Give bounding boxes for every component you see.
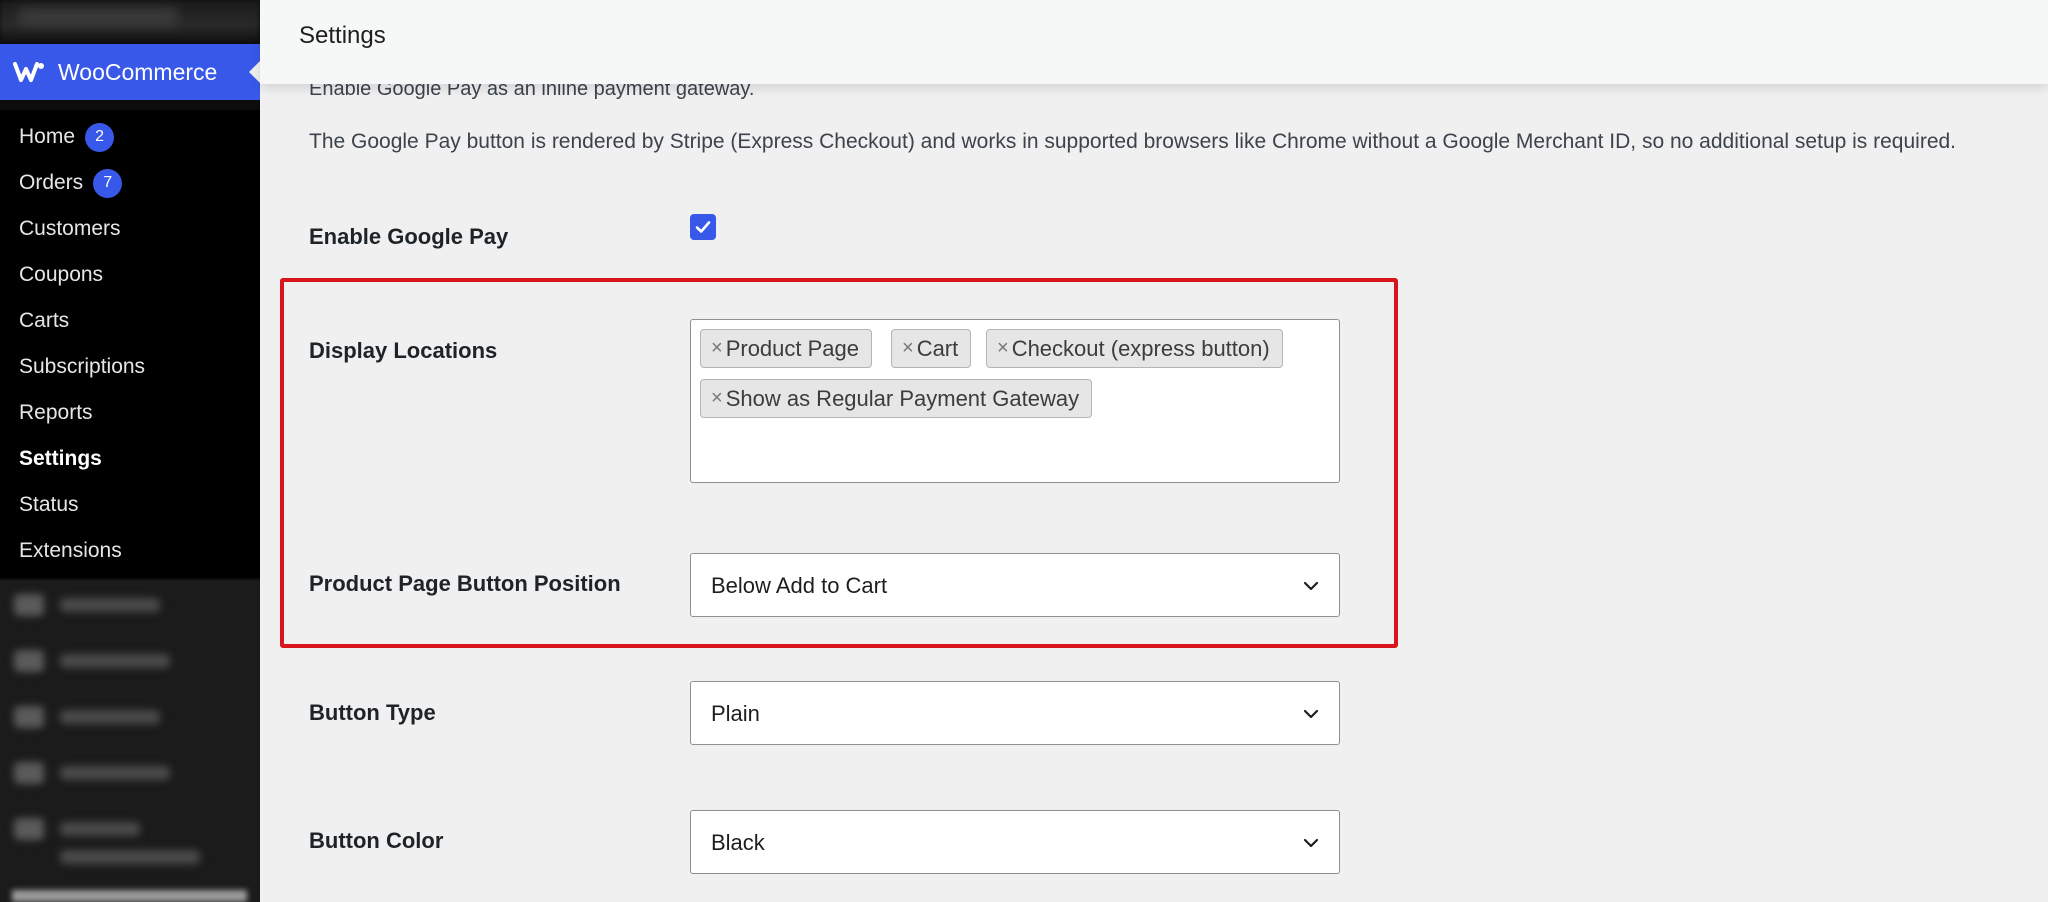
select-value: Below Add to Cart (711, 573, 888, 598)
remove-tag-icon[interactable]: × (711, 387, 723, 410)
woocommerce-menu-title: WooCommerce (58, 58, 218, 85)
button-color-label: Button Color (309, 828, 444, 853)
tag-product-page[interactable]: × Product Page (700, 329, 872, 368)
admin-sidebar: WooCommerce Home 2 Orders 7 Customers Co… (0, 0, 260, 902)
gateway-description-partially-hidden: Enable Google Pay as an inline payment g… (309, 84, 755, 100)
button-type-select[interactable]: Plain (690, 681, 1340, 745)
remove-tag-icon[interactable]: × (711, 337, 723, 360)
tag-checkout-express[interactable]: × Checkout (express button) (986, 329, 1283, 368)
tag-cart[interactable]: × Cart (891, 329, 972, 368)
sidebar-item-label: Subscriptions (19, 355, 146, 378)
enable-google-pay-checkbox[interactable] (690, 214, 716, 240)
sidebar-item-coupons[interactable]: Coupons (0, 252, 260, 298)
sidebar-item-label: Coupons (19, 263, 104, 286)
sidebar-item-orders[interactable]: Orders 7 (0, 160, 260, 206)
chevron-down-icon (1303, 581, 1319, 591)
remove-tag-icon[interactable]: × (997, 337, 1009, 360)
button-color-select[interactable]: Black (690, 810, 1340, 874)
blurred-menu-item (14, 814, 204, 874)
sidebar-item-status[interactable]: Status (0, 482, 260, 528)
display-locations-label: Display Locations (309, 338, 498, 363)
chevron-down-icon (1303, 709, 1319, 719)
woocommerce-submenu: Home 2 Orders 7 Customers Coupons Carts … (0, 110, 260, 578)
sidebar-item-label: Settings (19, 447, 102, 470)
tag-label: Product Page (725, 335, 859, 361)
sidebar-item-extensions[interactable]: Extensions (0, 528, 260, 574)
blurred-menu-footer (12, 890, 247, 902)
blurred-menu-item (14, 590, 164, 620)
blurred-menu-item (14, 758, 174, 788)
remove-tag-icon[interactable]: × (902, 337, 914, 360)
chevron-down-icon (1303, 838, 1319, 848)
sidebar-item-settings[interactable]: Settings (0, 436, 260, 482)
blurred-menu-item (14, 646, 174, 676)
sidebar-item-label: Carts (19, 309, 70, 332)
gateway-description: The Google Pay button is rendered by Str… (309, 130, 1957, 153)
blurred-admin-menu (0, 580, 260, 902)
home-count-badge: 2 (85, 122, 115, 152)
blurred-menu-item (14, 702, 164, 732)
sidebar-item-label: Status (19, 493, 79, 516)
product-page-button-position-label: Product Page Button Position (309, 571, 621, 596)
select-value: Plain (711, 701, 760, 726)
sidebar-item-label: Customers (19, 217, 121, 240)
checkmark-icon (695, 221, 711, 233)
sidebar-item-carts[interactable]: Carts (0, 298, 260, 344)
blurred-admin-menu-top (0, 0, 260, 42)
woocommerce-menu-header[interactable]: WooCommerce (0, 44, 260, 100)
sidebar-item-customers[interactable]: Customers (0, 206, 260, 252)
sidebar-item-label: Home (19, 125, 76, 148)
tag-label: Show as Regular Payment Gateway (725, 385, 1080, 411)
sidebar-item-subscriptions[interactable]: Subscriptions (0, 344, 260, 390)
sidebar-item-home[interactable]: Home 2 (0, 114, 260, 160)
sidebar-item-label: Reports (19, 401, 93, 424)
display-locations-multiselect[interactable]: × Product Page × Cart × Checkout (expres… (690, 319, 1340, 483)
tag-label: Cart (916, 335, 959, 361)
tag-regular-payment-gateway[interactable]: × Show as Regular Payment Gateway (700, 379, 1093, 418)
button-type-label: Button Type (309, 700, 436, 725)
page-title: Settings (299, 22, 386, 49)
woocommerce-logo-icon (12, 59, 46, 85)
product-page-button-position-select[interactable]: Below Add to Cart (690, 553, 1340, 617)
select-value: Black (711, 830, 765, 855)
sidebar-item-reports[interactable]: Reports (0, 390, 260, 436)
settings-content: Enable Google Pay as an inline payment g… (260, 84, 2048, 902)
sidebar-item-label: Orders (19, 171, 84, 194)
top-header-bar: Settings (260, 0, 2048, 84)
tag-label: Checkout (express button) (1011, 335, 1270, 361)
orders-count-badge: 7 (93, 168, 123, 198)
sidebar-item-label: Extensions (19, 539, 122, 562)
enable-google-pay-label: Enable Google Pay (309, 224, 509, 249)
